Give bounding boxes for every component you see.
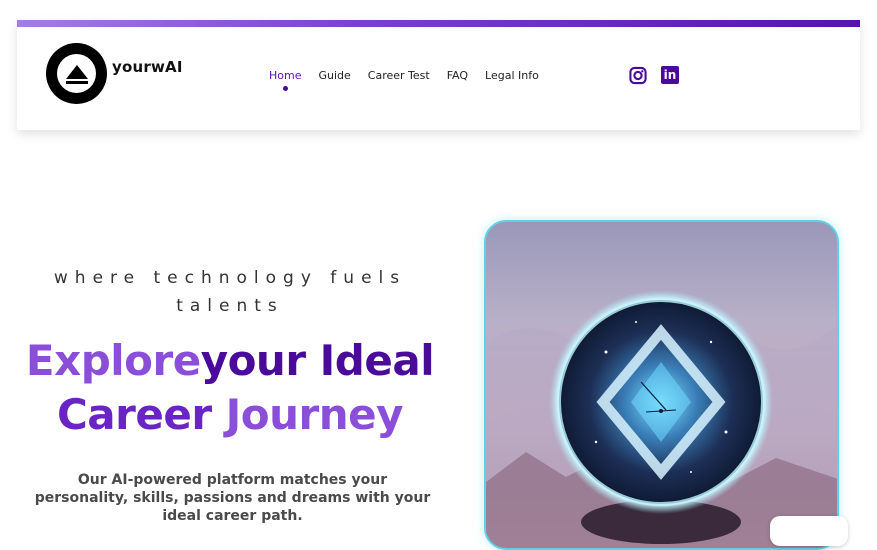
headline-word-your-ideal: your Ideal [200, 336, 435, 385]
main-nav: Home Guide Career Test FAQ Legal Info [269, 69, 556, 91]
nav-item-label: Legal Info [485, 69, 539, 82]
hero-description: Our AI-powered platform matches your per… [34, 472, 431, 524]
nav-item-faq[interactable]: FAQ [447, 69, 468, 82]
hero-image-card [484, 220, 839, 550]
linkedin-icon[interactable]: in [661, 66, 679, 84]
nav-item-legal-info[interactable]: Legal Info [485, 69, 539, 82]
logo-inner-circle [57, 54, 96, 93]
logo-triangle-icon [65, 64, 88, 84]
linkedin-icon-text: in [663, 68, 677, 82]
logo-icon[interactable] [46, 43, 107, 104]
chat-widget-button[interactable] [770, 516, 848, 546]
header-accent-bar [17, 20, 860, 27]
site-header: yourwAI Home Guide Career Test FAQ Legal… [17, 20, 860, 130]
nav-item-career-test[interactable]: Career Test [368, 69, 430, 82]
nav-item-label: Guide [318, 69, 351, 82]
nav-item-label: FAQ [446, 69, 469, 82]
headline-word-journey: Journey [225, 390, 404, 439]
nav-item-home[interactable]: Home [269, 69, 302, 91]
hero-tagline: where technology fuels talents [53, 268, 407, 316]
brand-name[interactable]: yourwAI [112, 58, 183, 76]
active-indicator-dot [283, 86, 289, 91]
hero-headline: Exploreyour Ideal Career Journey [10, 334, 450, 442]
nav-item-label: Home [269, 69, 302, 82]
crystal-ball-illustration [486, 290, 837, 548]
nav-item-guide[interactable]: Guide [318, 69, 350, 82]
instagram-icon[interactable] [629, 66, 647, 84]
headline-word-explore: Explore [25, 336, 201, 385]
nav-item-label: Career Test [367, 69, 430, 82]
headline-word-career: Career [56, 390, 212, 439]
